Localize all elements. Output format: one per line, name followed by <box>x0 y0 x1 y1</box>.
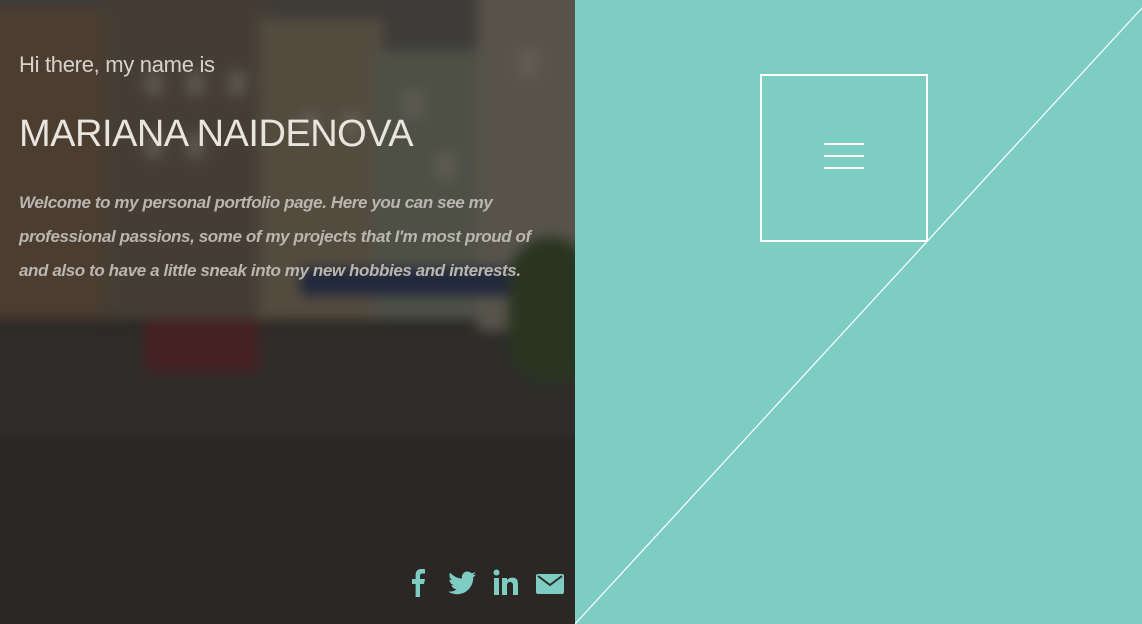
menu-panel <box>575 0 1142 624</box>
menu-button[interactable] <box>760 74 928 242</box>
linkedin-link[interactable] <box>491 566 521 598</box>
twitter-link[interactable] <box>447 566 477 598</box>
portfolio-page: Hi there, my name is MARIANA NAIDENOVA W… <box>0 0 1142 624</box>
social-links <box>403 566 565 598</box>
welcome-paragraph: Welcome to my personal portfolio page. H… <box>19 193 531 280</box>
twitter-icon <box>448 571 476 595</box>
photo-overlay <box>0 0 575 624</box>
page-title: MARIANA NAIDENOVA <box>19 113 414 155</box>
mail-icon <box>536 574 564 594</box>
hamburger-icon <box>824 143 864 173</box>
hero-section: Hi there, my name is MARIANA NAIDENOVA W… <box>0 0 575 624</box>
linkedin-icon <box>493 569 518 595</box>
facebook-link[interactable] <box>403 566 433 598</box>
email-link[interactable] <box>535 566 565 598</box>
greeting-text: Hi there, my name is <box>19 52 215 77</box>
facebook-icon <box>412 569 425 597</box>
